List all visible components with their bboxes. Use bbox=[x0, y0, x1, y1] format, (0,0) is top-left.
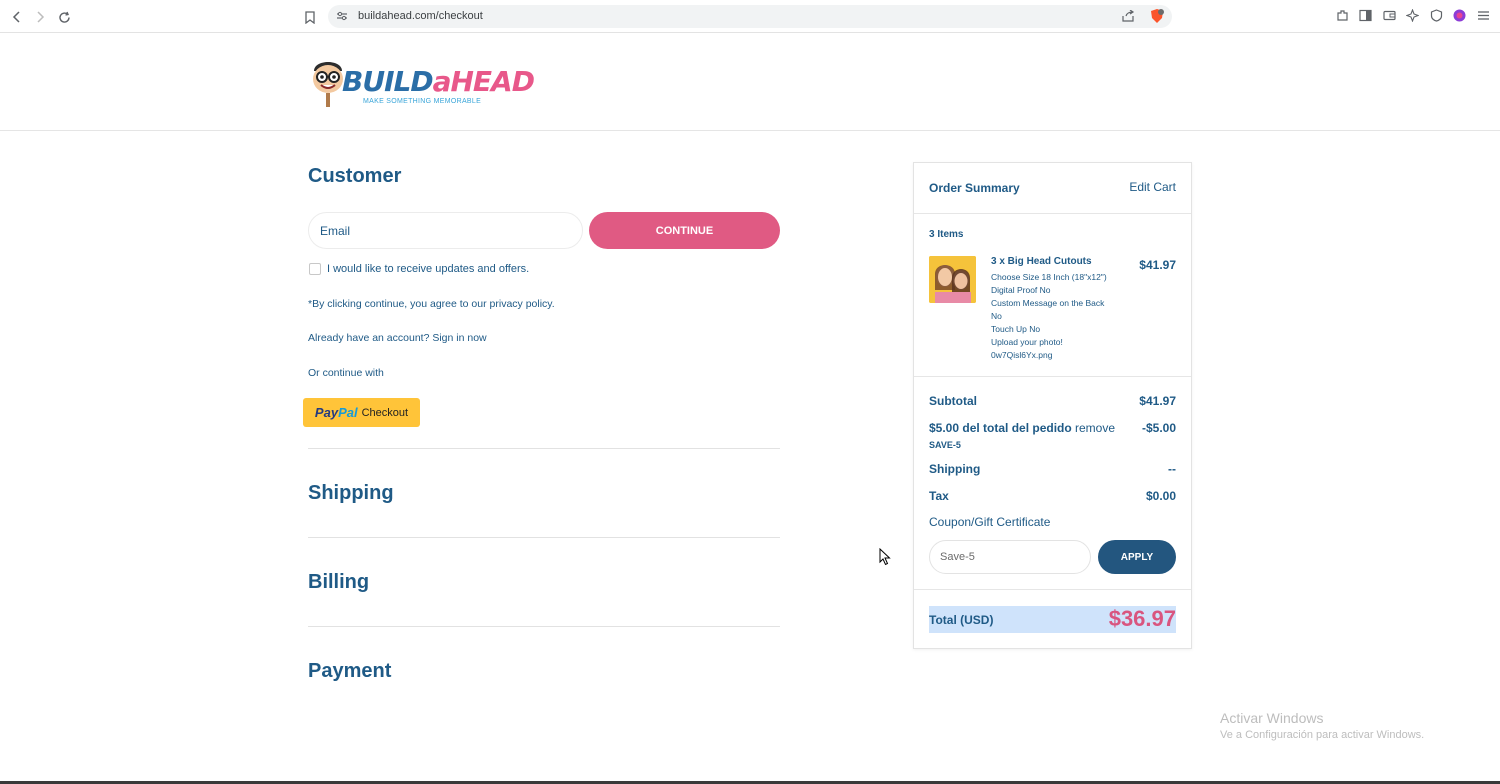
product-thumbnail bbox=[929, 256, 976, 303]
wallet-icon[interactable] bbox=[1382, 9, 1396, 23]
paypal-label: Checkout bbox=[361, 406, 409, 419]
coupon-value: Save-5 bbox=[940, 551, 975, 563]
site-header: BUILDaHEAD MAKE SOMETHING MEMORABLE bbox=[0, 33, 1500, 131]
leo-icon[interactable] bbox=[1404, 8, 1420, 23]
subtotal-value: $41.97 bbox=[1139, 394, 1176, 408]
mouse-cursor-icon bbox=[879, 548, 891, 566]
item-option: 0w7Qisl6Yx.png bbox=[991, 350, 1053, 360]
apply-coupon-button[interactable]: APPLY bbox=[1098, 540, 1176, 574]
bookmark-icon[interactable] bbox=[301, 8, 319, 26]
item-option: Touch Up No bbox=[991, 324, 1041, 334]
total-value: $36.97 bbox=[1108, 606, 1176, 631]
shipping-value: -- bbox=[1168, 462, 1176, 476]
extensions-icon[interactable] bbox=[1335, 9, 1349, 23]
subtotal-label: Subtotal bbox=[929, 394, 977, 408]
remove-discount-link[interactable]: remove bbox=[1075, 421, 1115, 435]
sign-in-link[interactable]: Already have an account? Sign in now bbox=[308, 332, 487, 344]
logo-wordmark: BUILDaHEAD bbox=[342, 65, 535, 98]
item-option: Upload your photo! bbox=[991, 337, 1063, 347]
order-summary: Order Summary Edit Cart 3 Items 3 x Big … bbox=[913, 162, 1192, 649]
divider bbox=[914, 589, 1191, 590]
discount-value: -$5.00 bbox=[1141, 421, 1176, 435]
coupon-input[interactable]: Save-5 bbox=[929, 540, 1091, 574]
item-option: Custom Message on the Back bbox=[991, 298, 1105, 308]
divider bbox=[914, 213, 1191, 214]
vpn-icon[interactable] bbox=[1429, 9, 1443, 23]
divider bbox=[308, 448, 780, 449]
item-name: 3 x Big Head Cutouts bbox=[991, 256, 1092, 267]
email-field[interactable]: Email bbox=[308, 212, 583, 249]
privacy-text[interactable]: *By clicking continue, you agree to our … bbox=[308, 298, 555, 310]
billing-title[interactable]: Billing bbox=[308, 571, 369, 594]
divider bbox=[914, 376, 1191, 377]
tax-label: Tax bbox=[929, 489, 949, 503]
shipping-title[interactable]: Shipping bbox=[308, 482, 394, 505]
item-price: $41.97 bbox=[1139, 258, 1176, 272]
items-count: 3 Items bbox=[929, 229, 964, 240]
customer-title: Customer bbox=[308, 165, 402, 187]
address-bar[interactable]: buildahead.com/checkout bbox=[328, 5, 1172, 28]
site-info-icon[interactable] bbox=[335, 10, 349, 24]
site-logo[interactable]: BUILDaHEAD MAKE SOMETHING MEMORABLE bbox=[310, 55, 535, 111]
forward-icon[interactable] bbox=[31, 8, 49, 26]
menu-icon[interactable] bbox=[1476, 9, 1490, 23]
logo-tagline: MAKE SOMETHING MEMORABLE bbox=[363, 98, 482, 105]
windows-activation-title: Activar Windows bbox=[1220, 710, 1324, 726]
updates-checkbox[interactable] bbox=[309, 263, 321, 275]
browser-toolbar: buildahead.com/checkout bbox=[0, 0, 1500, 33]
payment-title[interactable]: Payment bbox=[308, 660, 391, 683]
divider bbox=[308, 626, 780, 627]
url-text: buildahead.com/checkout bbox=[358, 10, 483, 22]
mascot-icon bbox=[313, 62, 343, 107]
order-summary-title: Order Summary bbox=[929, 181, 1020, 195]
shipping-label: Shipping bbox=[929, 462, 981, 476]
windows-activation-subtitle: Ve a Configuración para activar Windows. bbox=[1220, 729, 1425, 741]
email-placeholder: Email bbox=[320, 223, 351, 238]
divider bbox=[308, 537, 780, 538]
paypal-checkout-button[interactable]: PayPal Checkout bbox=[303, 398, 420, 427]
back-icon[interactable] bbox=[8, 8, 26, 26]
reload-icon[interactable] bbox=[55, 8, 73, 26]
item-option: Digital Proof No bbox=[991, 285, 1051, 295]
item-option: Choose Size 18 Inch (18"x12") bbox=[991, 272, 1107, 282]
share-icon[interactable] bbox=[1121, 9, 1135, 24]
tax-value: $0.00 bbox=[1145, 489, 1176, 503]
updates-label: I would like to receive updates and offe… bbox=[327, 263, 530, 275]
profile-icon[interactable] bbox=[1452, 9, 1466, 23]
item-option: No bbox=[991, 311, 1002, 321]
edit-cart-link[interactable]: Edit Cart bbox=[1129, 180, 1176, 194]
brave-shield-icon[interactable] bbox=[1149, 8, 1164, 23]
discount-code: SAVE-5 bbox=[929, 440, 961, 450]
paypal-logo: PayPal bbox=[314, 405, 358, 420]
total-label: Total (USD) bbox=[929, 613, 994, 627]
coupon-label[interactable]: Coupon/Gift Certificate bbox=[929, 515, 1050, 529]
item-options: Choose Size 18 Inch (18"x12") Digital Pr… bbox=[991, 271, 1107, 362]
continue-button[interactable]: CONTINUE bbox=[589, 212, 780, 249]
or-continue-label: Or continue with bbox=[308, 367, 384, 379]
sidebar-icon[interactable] bbox=[1358, 9, 1372, 23]
total-row: Total (USD) $36.97 bbox=[929, 606, 1176, 633]
discount-label: $5.00 del total del pedido bbox=[929, 421, 1072, 435]
